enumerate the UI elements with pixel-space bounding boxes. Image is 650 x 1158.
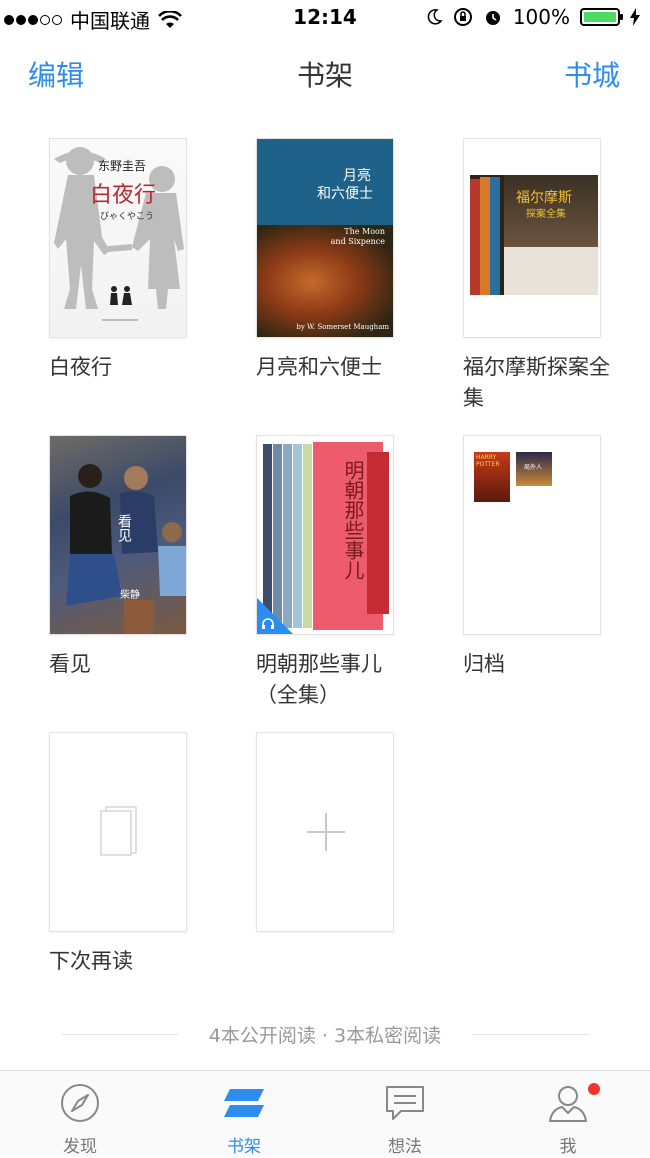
cover-author: by W. Somerset Maugham xyxy=(296,323,389,331)
cover-english-title: The Moon and Sixpence xyxy=(330,227,385,246)
divider xyxy=(472,1034,588,1035)
tab-bookshelf[interactable]: 书架 xyxy=(184,1071,304,1158)
book-item[interactable]: 月亮 和六便士 The Moon and Sixpence by W. Some… xyxy=(256,138,396,383)
battery-icon xyxy=(580,8,623,26)
tab-label: 想法 xyxy=(388,1137,422,1157)
book-item[interactable]: 东野圭吾 白夜行 びゃくやこう 白夜行 xyxy=(49,138,189,383)
moon-icon xyxy=(427,9,443,25)
add-book-button[interactable] xyxy=(256,732,396,932)
spine xyxy=(490,177,500,295)
tab-label: 我 xyxy=(559,1137,577,1157)
book-cover[interactable]: 看见 柴静 xyxy=(49,435,187,635)
plus-icon xyxy=(307,813,345,851)
folder-title: 归档 xyxy=(463,652,505,676)
mini-cover: HARRY POTTER xyxy=(474,452,510,502)
archive-folder[interactable]: HARRY POTTER 局外人 归档 xyxy=(463,435,603,680)
cover-subtitle: びゃくやこう xyxy=(100,212,155,222)
bookstore-button[interactable]: 书城 xyxy=(564,54,620,94)
spine xyxy=(480,177,490,295)
cover-title: 白夜行 xyxy=(90,183,157,208)
charging-icon xyxy=(630,8,640,26)
document-stack-icon xyxy=(100,806,137,856)
cover-title-line2: 和六便士 xyxy=(317,186,373,202)
chat-icon xyxy=(386,1086,424,1120)
tab-label: 书架 xyxy=(227,1137,261,1157)
book-cover[interactable]: 月亮 和六便士 The Moon and Sixpence by W. Some… xyxy=(256,138,394,338)
cover-author: 东野圭吾 xyxy=(98,159,147,173)
book-title: 看见 xyxy=(49,652,91,676)
folder-title: 下次再读 xyxy=(49,949,133,973)
mini-cover: 局外人 xyxy=(516,452,552,486)
cover-banner xyxy=(257,139,393,225)
cover-title: 明朝那些事儿 xyxy=(341,460,365,580)
notification-badge xyxy=(586,1081,602,1097)
cover-author: 柴静 xyxy=(120,590,140,601)
spine xyxy=(470,179,480,295)
book-cover[interactable]: 明朝那些事儿 xyxy=(256,435,394,635)
nav-bar: 编辑 书架 书城 xyxy=(0,40,650,104)
tab-label: 发现 xyxy=(63,1137,97,1157)
tab-bar: 发现 书架 想法 我 xyxy=(0,1070,650,1157)
tab-thoughts[interactable]: 想法 xyxy=(345,1071,465,1158)
book-title: 福尔摩斯探案全集 xyxy=(463,355,610,410)
folder-cover[interactable] xyxy=(49,732,187,932)
tab-me[interactable]: 我 xyxy=(508,1071,628,1158)
cover-title: 福尔摩斯 xyxy=(516,190,572,206)
add-book-card[interactable] xyxy=(256,732,394,932)
compass-icon xyxy=(61,1084,99,1122)
battery-percent: 100% xyxy=(512,5,570,29)
rotation-lock-icon xyxy=(453,8,472,26)
reading-summary: 4本公开阅读 · 3本私密阅读 xyxy=(0,1020,650,1048)
folder-cover[interactable]: HARRY POTTER 局外人 xyxy=(463,435,601,635)
status-right: 100% xyxy=(425,5,640,29)
read-later-folder[interactable]: 下次再读 xyxy=(49,732,189,977)
cover-title: 看见 xyxy=(116,514,132,542)
page-title: 书架 xyxy=(296,59,353,92)
cover-title: 月亮 xyxy=(343,168,371,184)
book-title: 明朝那些事儿（全集） xyxy=(256,652,382,707)
boxset-spine xyxy=(367,452,389,614)
status-bar: 中国联通 12:14 100% xyxy=(0,0,650,36)
tab-discover[interactable]: 发现 xyxy=(20,1071,140,1158)
bookshelf-icon xyxy=(224,1089,264,1117)
book-item[interactable]: 福尔摩斯 探案全集 福尔摩斯探案全集 xyxy=(463,138,610,414)
book-title: 月亮和六便士 xyxy=(256,355,382,379)
mini-cover-title: HARRY POTTER xyxy=(476,454,500,468)
book-cover[interactable]: 福尔摩斯 探案全集 xyxy=(463,138,601,338)
user-icon xyxy=(549,1086,587,1122)
book-item[interactable]: 看见 柴静 看见 xyxy=(49,435,189,680)
cover-subtitle: 探案全集 xyxy=(526,209,566,220)
headphones-icon xyxy=(262,618,274,629)
book-title: 白夜行 xyxy=(49,355,112,379)
alarm-icon xyxy=(485,11,500,25)
book-cover[interactable]: 东野圭吾 白夜行 びゃくやこう xyxy=(49,138,187,338)
mini-cover-title: 局外人 xyxy=(524,464,543,471)
book-item[interactable]: 明朝那些事儿 明朝那些事儿（全集） xyxy=(256,435,396,711)
